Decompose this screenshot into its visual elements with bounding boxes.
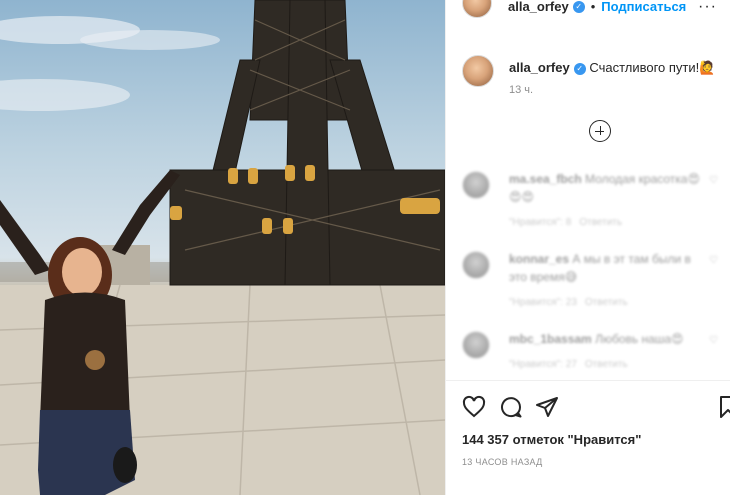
comment-avatar[interactable] [462,251,490,279]
comment-username[interactable]: mbc_1bassam [509,332,592,346]
plus-circle-icon[interactable] [589,120,611,142]
post-timestamp: 13 ЧАСОВ НАЗАД [462,457,543,467]
heart-icon[interactable]: ♡ [709,335,718,346]
caption-username[interactable]: alla_orfey [509,60,570,75]
reply-button[interactable]: Ответить [585,359,628,370]
comment-meta: "Нравится": 8 Ответить [509,217,630,228]
caption-text-line: alla_orfey ✓ Счастливого пути!🙋 [509,59,729,77]
post-header: alla_orfey ✓ • Подписаться ··· [446,0,730,20]
comment-body: konnar_es А мы в эт там были в это время… [509,250,709,286]
comment-avatar[interactable] [462,331,490,359]
author-line: alla_orfey ✓ • Подписаться [508,0,686,16]
post-side-panel: alla_orfey ✓ • Подписаться ··· alla_orfey ✓ … [445,0,730,495]
post-photo[interactable] [0,0,445,495]
comment-meta: "Нравится": 27 Ответить [509,359,636,370]
heart-icon[interactable]: ♡ [709,175,718,186]
reply-button[interactable]: Ответить [585,297,628,308]
comment-username[interactable]: ma.sea_fbch [509,172,582,186]
photo-illustration [0,0,445,495]
comment-avatar[interactable] [462,171,490,199]
comment-text: Любовь наша😍 [595,332,684,346]
heart-icon[interactable] [462,395,486,419]
comments-list: ma.sea_fbch Молодая красотка😍😍😍 "Нравитс… [446,165,730,380]
comment-body: ma.sea_fbch Молодая красотка😍😍😍 [509,170,709,206]
action-bar [446,380,730,430]
comment-likes[interactable]: "Нравится": 27 [509,359,577,370]
heart-icon[interactable]: ♡ [709,255,718,266]
verified-icon: ✓ [573,62,586,75]
caption-text: Счастливого пути!🙋 [589,60,716,75]
comment-meta: "Нравится": 23 Ответить [509,297,636,308]
share-icon[interactable] [535,395,559,419]
separator-dot: • [590,0,596,14]
comment-likes[interactable]: "Нравится": 8 [509,217,571,228]
comment-text: А мы в эт там были в это время😅 [509,252,691,284]
verified-icon: ✓ [572,0,585,13]
author-avatar[interactable] [462,0,492,18]
instagram-post: alla_orfey ✓ • Подписаться ··· alla_orfey ✓ … [0,0,730,495]
bookmark-icon[interactable] [718,395,730,419]
reply-button[interactable]: Ответить [579,217,622,228]
follow-button[interactable]: Подписаться [601,0,686,14]
comment-username[interactable]: konnar_es [509,252,569,266]
likes-count[interactable]: 144 357 отметок "Нравится" [462,432,641,447]
comment-likes[interactable]: "Нравится": 23 [509,297,577,308]
more-options-icon[interactable]: ··· [698,0,717,16]
caption-avatar[interactable] [462,55,494,87]
author-username[interactable]: alla_orfey [508,0,569,14]
comment-text: Молодая красотка😍😍😍 [509,172,700,204]
caption-time: 13 ч. [509,84,534,96]
comment-body: mbc_1bassam Любовь наша😍 [509,330,709,348]
comment-icon[interactable] [499,395,523,419]
